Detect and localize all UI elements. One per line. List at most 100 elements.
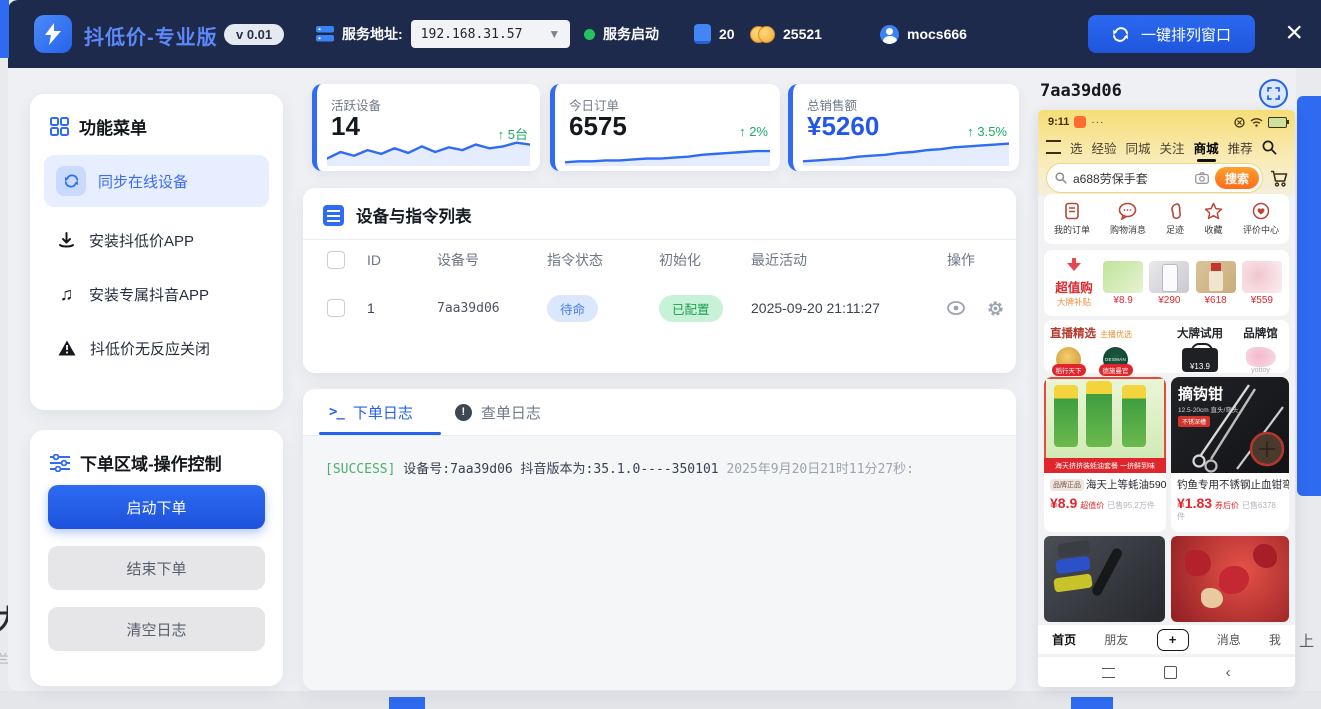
fullscreen-icon[interactable] (1259, 79, 1288, 108)
nav-me[interactable]: 我 (1269, 631, 1281, 648)
order-control-title: 下单区域-操作控制 (80, 450, 222, 475)
nav-friends[interactable]: 朋友 (1104, 631, 1128, 648)
app-logo (34, 15, 72, 53)
search-icon[interactable] (1262, 140, 1277, 155)
desktop-bottom-strip (0, 691, 1321, 709)
sidebar-item-install-app[interactable]: 安装抖低价APP (30, 213, 283, 267)
search-button[interactable]: 搜索 (1215, 167, 1259, 189)
product-card[interactable]: 海天挤挤装蚝油套餐 一挤鲜到味 品牌正品海天上等蚝油590 ¥8.9超值价已售9… (1044, 377, 1166, 532)
arrange-windows-button[interactable]: 一键排列窗口 (1088, 15, 1255, 53)
gear-icon[interactable] (987, 300, 1004, 317)
live-host-avatar[interactable]: 稻行天下 (1056, 347, 1081, 372)
chevron-down-icon: ▼ (548, 27, 560, 41)
deal-price: ¥559 (1239, 295, 1285, 306)
product-price-row: ¥8.9超值价已售95.2万件 (1044, 492, 1166, 514)
live-title: 直播精选 (1050, 328, 1096, 340)
phone-nav-tabs: 选 经验 同城 关注 商城 推荐 (1046, 135, 1287, 159)
select-all-checkbox[interactable] (327, 251, 345, 269)
tab-following[interactable]: 关注 (1160, 138, 1185, 157)
taskbar-item[interactable] (389, 697, 425, 709)
hamburger-icon[interactable] (1046, 140, 1061, 154)
plus-icon[interactable]: + (1157, 629, 1189, 651)
device-counter: 20 (694, 0, 735, 68)
home-square-icon[interactable] (1164, 666, 1177, 679)
quick-link-orders[interactable]: 我的订单 (1054, 202, 1090, 236)
screen: 力 兰治 上 抖低价-专业版 v 0.01 服务地址: 192.168.31.5… (0, 0, 1321, 709)
sidebar-item-install-douyin[interactable]: ♫ 安装专属抖音APP (30, 267, 283, 321)
log-tabs: >_ 下单日志 ! 查单日志 (303, 389, 1016, 435)
status-dot-icon (584, 29, 595, 40)
product-card[interactable]: 摘钩钳 12.5-20cm 直头/弯头 不锈深槽 钓鱼专用不锈钢止血钳弯 ¥1.… (1171, 377, 1289, 532)
clear-log-button[interactable]: 清空日志 (48, 607, 265, 651)
product-image-tile[interactable] (1044, 536, 1165, 622)
search-input[interactable]: a688劳保手套 搜索 (1046, 163, 1263, 193)
row-checkbox[interactable] (327, 299, 345, 317)
arrange-windows-label: 一键排列窗口 (1141, 24, 1231, 45)
tab-query-log[interactable]: ! 查单日志 (455, 389, 541, 435)
tab-order-log[interactable]: >_ 下单日志 (329, 389, 413, 435)
quick-link-footprints[interactable]: 足迹 (1166, 202, 1184, 236)
desktop-background-text-right: 上 (1299, 630, 1314, 651)
order-control-card: 下单区域-操作控制 启动下单 结束下单 清空日志 (30, 430, 283, 686)
function-menu-title: 功能菜单 (79, 114, 147, 139)
camera-icon[interactable] (1195, 172, 1209, 184)
quick-link-messages[interactable]: 购物消息 (1110, 202, 1146, 236)
live-subtitle: 主播优选 (1100, 330, 1132, 339)
cart-icon[interactable] (1270, 170, 1289, 187)
stop-order-button[interactable]: 结束下单 (48, 546, 265, 590)
device-table-card: 设备与指令列表 ID 设备号 指令状态 初始化 最近活动 操作 1 7aa39d… (303, 188, 1016, 373)
brand-trial[interactable]: 大牌试用 ¥13.9 (1162, 324, 1238, 369)
col-last-active: 最近活动 (751, 250, 947, 270)
tab-local[interactable]: 同城 (1126, 138, 1151, 157)
order-doc-icon (1063, 202, 1081, 220)
quick-link-label: 购物消息 (1110, 223, 1146, 236)
eye-icon[interactable] (947, 301, 965, 315)
status-dots: ··· (1091, 117, 1104, 128)
function-menu-card: 功能菜单 同步在线设备 安装抖低价APP ♫ 安装专属抖音APP 抖低价无反应关… (30, 94, 283, 410)
deal-item[interactable]: ¥618 (1193, 261, 1239, 306)
deal-item[interactable]: ¥8.9 (1100, 261, 1146, 306)
sidebar-item-sync-devices[interactable]: 同步在线设备 (44, 155, 269, 207)
tab-featured[interactable]: 选 (1070, 138, 1083, 157)
tab-experience[interactable]: 经验 (1092, 138, 1117, 157)
deal-item[interactable]: ¥559 (1239, 261, 1285, 306)
tab-mall[interactable]: 商城 (1194, 138, 1219, 157)
start-order-button[interactable]: 启动下单 (48, 485, 265, 529)
recents-icon[interactable] (1102, 668, 1115, 678)
user-chip[interactable]: mocs666 (880, 0, 967, 68)
product-title-row: 品牌正品海天上等蚝油590 (1044, 473, 1166, 492)
heart-circle-icon (1252, 202, 1270, 220)
product-price-row: ¥1.83券后价已售6378件 (1171, 492, 1289, 525)
alarm-off-icon (1234, 117, 1245, 128)
super-value-title: 超值购 (1048, 277, 1100, 296)
taskbar-item[interactable] (1071, 697, 1113, 709)
quick-link-reviews[interactable]: 评价中心 (1243, 202, 1279, 236)
arrow-down-icon (1066, 258, 1082, 272)
function-menu-header: 功能菜单 (30, 94, 283, 149)
search-icon (1055, 172, 1067, 184)
lightning-icon (43, 23, 63, 45)
product-image-title: 摘钩钳 (1178, 383, 1223, 404)
nav-home[interactable]: 首页 (1052, 631, 1076, 648)
terminal-icon: >_ (329, 404, 344, 420)
back-icon[interactable]: ‹ (1226, 664, 1231, 681)
close-icon[interactable]: × (1285, 14, 1303, 52)
quick-link-label: 我的订单 (1054, 223, 1090, 236)
wifi-icon (1250, 117, 1263, 127)
product-image-tile[interactable] (1171, 536, 1289, 622)
android-nav-bar: ‹ (1038, 656, 1295, 687)
tab-recommend[interactable]: 推荐 (1228, 138, 1253, 157)
refresh-icon (1112, 27, 1129, 42)
live-host-avatar[interactable]: DESMAN 德施曼官 (1103, 347, 1128, 372)
sidebar-item-force-close[interactable]: 抖低价无反应关闭 (30, 321, 283, 375)
brand-hall[interactable]: 品牌馆 yottoy (1238, 324, 1283, 369)
quick-link-favorites[interactable]: 收藏 (1204, 202, 1223, 236)
server-address-select[interactable]: 192.168.31.57 ▼ (411, 20, 571, 48)
super-value-header[interactable]: 超值购 大牌补贴 (1048, 258, 1100, 308)
product-price-tag: 券后价 (1215, 501, 1239, 510)
app-header: 抖低价-专业版 v 0.01 服务地址: 192.168.31.57 ▼ 服务启… (8, 0, 1321, 68)
live-featured[interactable]: 直播精选主播优选 稻行天下 DESMAN 德施曼官 (1050, 324, 1162, 369)
product-price: ¥8.9 (1050, 495, 1077, 511)
deal-item[interactable]: ¥290 (1146, 261, 1192, 306)
nav-messages[interactable]: 消息 (1217, 631, 1241, 648)
